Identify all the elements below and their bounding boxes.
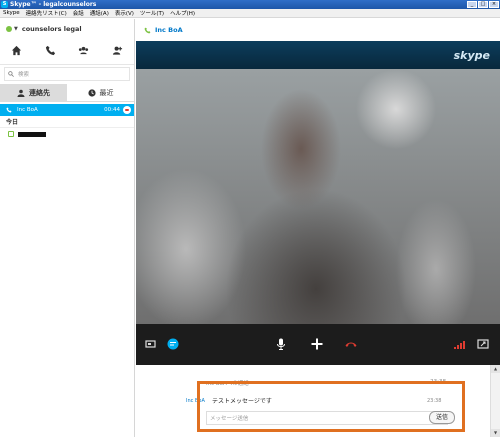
self-view-icon[interactable] (144, 337, 158, 353)
active-call-name: Inc BoA (17, 107, 38, 113)
video-feed (136, 69, 500, 324)
menu-bar: Skype 連絡先リスト(C) 会話 通話(A) 表示(V) ツール(T) ヘル… (0, 9, 500, 18)
minimize-button[interactable]: _ (467, 1, 477, 8)
tab-recent[interactable]: 最近 (67, 84, 134, 101)
redacted-contact-name (18, 131, 46, 137)
send-button[interactable]: 送信 (429, 411, 455, 424)
close-button[interactable]: × (489, 1, 499, 8)
window-title: Skype™ - legalcounselors (10, 1, 97, 8)
menu-call[interactable]: 通話(A) (90, 9, 109, 17)
video-panel: skype (136, 41, 500, 365)
message-input-placeholder: メッセージ送信 (210, 416, 249, 422)
group-icon[interactable] (78, 45, 89, 58)
scroll-up-icon[interactable]: ▲ (491, 365, 500, 373)
action-row (0, 39, 134, 65)
menu-conversation[interactable]: 会話 (73, 9, 84, 17)
profile-name: counselors legal (21, 25, 82, 33)
message-input[interactable]: メッセージ送信 (206, 411, 448, 425)
chat-bubble-icon[interactable] (166, 337, 180, 353)
microphone-icon[interactable] (274, 337, 288, 353)
menu-view[interactable]: 表示(V) (115, 9, 134, 17)
maximize-button[interactable]: □ (478, 1, 488, 8)
menu-contacts[interactable]: 連絡先リスト(C) (26, 9, 67, 17)
chat-message: Inc BoA テストメッセージです 23:38 (136, 396, 441, 406)
call-controls (136, 324, 500, 365)
contact-tabs: 連絡先 最近 (0, 84, 134, 102)
chevron-down-icon: ▼ (14, 26, 18, 32)
search-placeholder: 検索 (18, 72, 30, 78)
video-header-band: skype (136, 41, 500, 69)
clock-icon (87, 88, 96, 97)
person-icon (17, 89, 25, 97)
skype-app-icon: S (1, 1, 8, 8)
sidebar: ▼ counselors legal 検索 連絡先 最近 Inc BoA 00:… (0, 19, 135, 437)
recent-contact-item[interactable] (0, 128, 134, 140)
phone-icon[interactable] (45, 45, 56, 58)
phone-icon (144, 27, 151, 33)
call-duration: 00:44 (104, 107, 120, 113)
previous-message: Inc BoAへの通話 23:38 (206, 379, 446, 387)
add-contact-icon[interactable] (112, 45, 123, 58)
search-icon (8, 71, 14, 77)
conversation-contact-name: Inc BoA (155, 26, 183, 34)
end-call-icon[interactable] (344, 337, 358, 353)
title-bar: S Skype™ - legalcounselors _ □ × (0, 0, 500, 9)
profile-row[interactable]: ▼ counselors legal (0, 19, 134, 39)
search-input[interactable]: 検索 (4, 67, 130, 81)
previous-message-time: 23:38 (430, 379, 446, 385)
end-call-small-icon[interactable] (123, 106, 131, 114)
home-icon[interactable] (11, 45, 22, 58)
previous-message-text: Inc BoAへの通話 (206, 381, 249, 387)
add-call-icon[interactable] (310, 337, 324, 353)
skype-logo: skype (453, 49, 490, 62)
conversation-header: Inc BoA (136, 19, 500, 41)
online-status-icon (6, 26, 12, 32)
contact-status-icon (8, 131, 14, 137)
message-text: テストメッセージです (212, 398, 272, 405)
chat-area: Inc BoAへの通話 23:38 Inc BoA テストメッセージです 23:… (136, 365, 490, 437)
active-call-item[interactable]: Inc BoA 00:44 (0, 104, 134, 116)
menu-skype[interactable]: Skype (3, 10, 20, 16)
tab-recent-label: 最近 (99, 88, 114, 97)
chat-scrollbar[interactable]: ▲ ▼ (490, 365, 500, 437)
message-time: 23:38 (427, 397, 442, 404)
phone-icon (6, 107, 12, 113)
fullscreen-icon[interactable] (476, 337, 490, 353)
scroll-down-icon[interactable]: ▼ (491, 429, 500, 437)
tab-contacts[interactable]: 連絡先 (0, 84, 67, 101)
menu-tools[interactable]: ツール(T) (140, 9, 164, 17)
menu-help[interactable]: ヘルプ(H) (170, 9, 195, 17)
message-sender[interactable]: Inc BoA (186, 398, 205, 404)
recent-section-label: 今日 (0, 116, 134, 128)
tab-contacts-label: 連絡先 (29, 88, 50, 97)
signal-strength-icon[interactable] (452, 337, 466, 353)
